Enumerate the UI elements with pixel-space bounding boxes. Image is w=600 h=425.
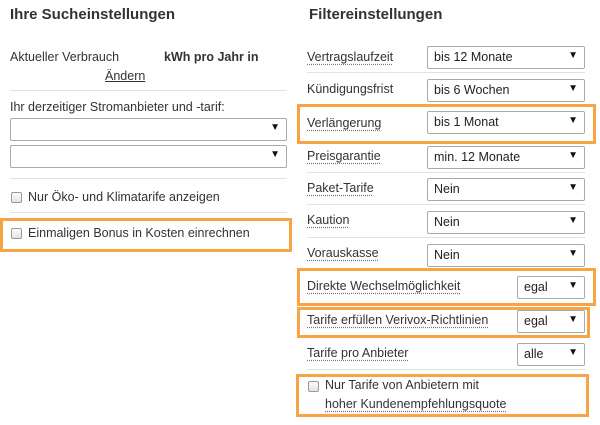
separator xyxy=(307,237,585,238)
price-guarantee-value: min. 12 Monate xyxy=(434,150,521,164)
filter-label-package-tariffs: Paket-Tarife xyxy=(307,181,374,195)
price-guarantee-select[interactable]: min. 12 Monate ▼ xyxy=(427,146,585,169)
prepayment-value: Nein xyxy=(434,248,460,262)
separator xyxy=(307,369,585,370)
filter-label-price-guarantee: Preisgarantie xyxy=(307,149,381,163)
bonus-checkbox[interactable] xyxy=(11,228,22,239)
dropdown-arrow-icon: ▼ xyxy=(568,115,578,126)
separator xyxy=(10,178,287,179)
dropdown-arrow-icon: ▼ xyxy=(270,122,280,133)
package-tariffs-value: Nein xyxy=(434,182,460,196)
dropdown-arrow-icon: ▼ xyxy=(568,215,578,226)
bonus-label: Einmaligen Bonus in Kosten einrechnen xyxy=(28,226,250,240)
change-consumption-link[interactable]: Ändern xyxy=(105,69,145,83)
recommendation-label-line2: hoher Kundenempfehlungsquote xyxy=(325,397,507,411)
deposit-select[interactable]: Nein ▼ xyxy=(427,211,585,234)
extension-value: bis 1 Monat xyxy=(434,115,499,129)
search-settings-title: Ihre Sucheinstellungen xyxy=(10,6,176,23)
filter-label-prepayment: Vorauskasse xyxy=(307,246,379,260)
direct-switch-select[interactable]: egal ▼ xyxy=(517,276,585,299)
filter-label-contract-term: Vertragslaufzeit xyxy=(307,50,394,64)
provider-label: Ihr derzeitiger Stromanbieter und -tarif… xyxy=(10,100,225,114)
direct-switch-value: egal xyxy=(524,280,548,294)
consumption-unit: kWh pro Jahr in xyxy=(164,50,259,64)
dropdown-arrow-icon: ▼ xyxy=(568,280,578,291)
consumption-label: Aktueller Verbrauch xyxy=(10,50,120,64)
contract-term-select[interactable]: bis 12 Monate ▼ xyxy=(427,46,585,69)
dropdown-arrow-icon: ▼ xyxy=(568,347,578,358)
deposit-value: Nein xyxy=(434,215,460,229)
notice-period-value: bis 6 Wochen xyxy=(434,83,510,97)
dropdown-arrow-icon: ▼ xyxy=(568,314,578,325)
filter-label-direct-switch: Direkte Wechselmöglichkeit xyxy=(307,279,461,293)
recommendation-label-line1: Nur Tarife von Anbietern mit xyxy=(325,378,480,392)
filter-label-deposit: Kaution xyxy=(307,213,350,227)
eco-label: Nur Öko- und Klimatarife anzeigen xyxy=(28,190,220,204)
dropdown-arrow-icon: ▼ xyxy=(568,182,578,193)
dropdown-arrow-icon: ▼ xyxy=(568,50,578,61)
separator xyxy=(307,172,585,173)
dropdown-arrow-icon: ▼ xyxy=(568,150,578,161)
contract-term-value: bis 12 Monate xyxy=(434,50,513,64)
filter-settings-title: Filtereinstellungen xyxy=(309,6,443,23)
provider-select[interactable]: ▼ xyxy=(10,118,287,141)
separator xyxy=(307,72,585,73)
eco-checkbox[interactable] xyxy=(11,192,22,203)
tariffs-per-provider-select[interactable]: alle ▼ xyxy=(517,343,585,366)
filter-label-tariffs-per-provider: Tarife pro Anbieter xyxy=(307,346,409,360)
verivox-guidelines-select[interactable]: egal ▼ xyxy=(517,310,585,333)
filter-label-verivox-guidelines: Tarife erfüllen Verivox-Richtlinien xyxy=(307,313,489,327)
dropdown-arrow-icon: ▼ xyxy=(270,149,280,160)
prepayment-select[interactable]: Nein ▼ xyxy=(427,244,585,267)
tariff-select[interactable]: ▼ xyxy=(10,145,287,168)
package-tariffs-select[interactable]: Nein ▼ xyxy=(427,178,585,201)
recommendation-checkbox[interactable] xyxy=(308,381,319,392)
dropdown-arrow-icon: ▼ xyxy=(568,83,578,94)
filter-label-extension: Verlängerung xyxy=(307,116,382,130)
tariffs-per-provider-value: alle xyxy=(524,347,544,361)
separator xyxy=(307,204,585,205)
filter-label-notice-period: Kündigungsfrist xyxy=(307,82,394,96)
notice-period-select[interactable]: bis 6 Wochen ▼ xyxy=(427,79,585,102)
separator xyxy=(10,90,287,91)
separator xyxy=(10,212,287,213)
dropdown-arrow-icon: ▼ xyxy=(568,248,578,259)
extension-select[interactable]: bis 1 Monat ▼ xyxy=(427,111,585,134)
verivox-guidelines-value: egal xyxy=(524,314,548,328)
